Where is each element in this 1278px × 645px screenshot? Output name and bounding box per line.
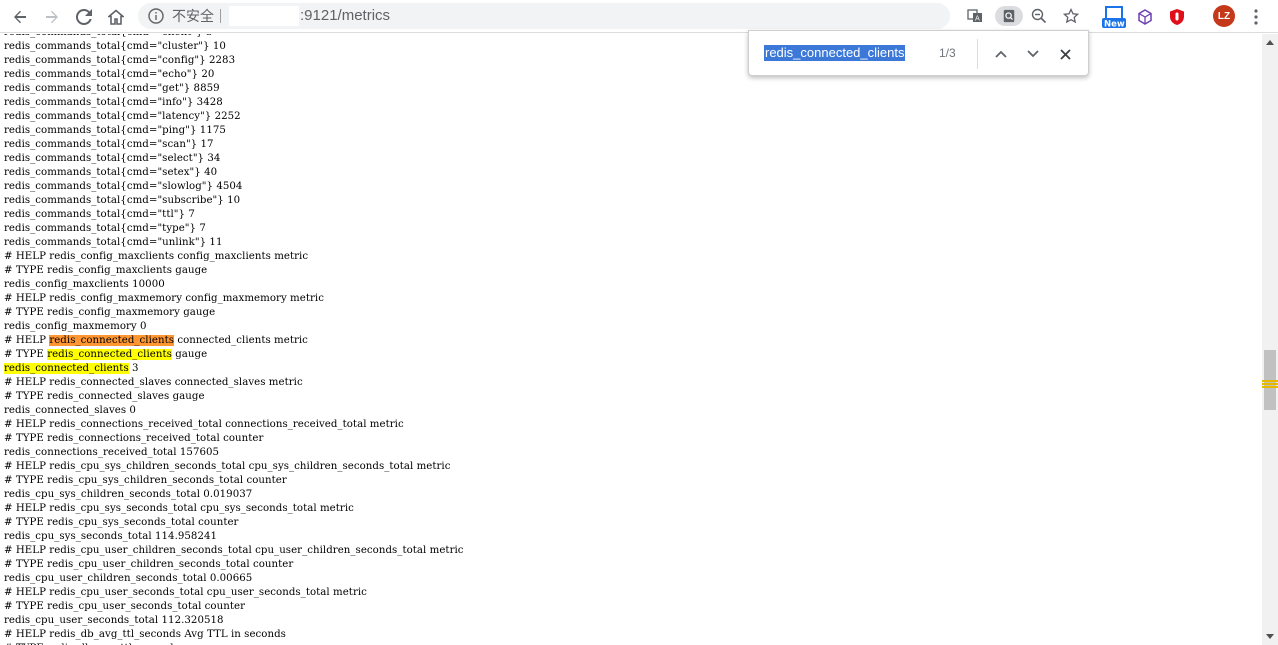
metric-line: # TYPE redis_cpu_sys_seconds_total count… [4, 517, 239, 528]
find-match-count: 1/3 [939, 46, 956, 60]
match-marker [1262, 380, 1278, 382]
close-icon [1059, 48, 1071, 60]
metric-line: redis_cpu_user_children_seconds_total 0.… [4, 573, 253, 584]
reload-icon [76, 9, 92, 25]
zoom-button[interactable] [1029, 6, 1049, 26]
metric-line: redis_config_maxclients 10000 [4, 279, 165, 290]
metric-line: # TYPE redis_connected_slaves gauge [4, 391, 205, 402]
search-match: redis_connected_clients [47, 349, 172, 360]
metric-line: redis_commands_total{cmd="ttl"} 7 [4, 209, 195, 220]
extension-adblock[interactable] [1165, 5, 1189, 29]
metric-line: # HELP redis_cpu_sys_children_seconds_to… [4, 461, 451, 472]
chevron-down-icon [1027, 50, 1039, 58]
metric-line: redis_commands_total{cmd="config"} 2283 [4, 55, 236, 66]
metric-line: # HELP redis_db_avg_ttl_seconds Avg TTL … [4, 629, 286, 640]
chevron-up-icon [995, 50, 1007, 58]
metric-line: # HELP redis_cpu_user_seconds_total cpu_… [4, 587, 367, 598]
metric-line: redis_commands_total{cmd="ping"} 1175 [4, 125, 226, 136]
svg-text:A: A [975, 15, 980, 23]
search-match: redis_connected_clients [4, 363, 129, 374]
find-next-button[interactable] [1022, 43, 1044, 65]
separator [220, 9, 221, 23]
metric-line: # TYPE redis_cpu_sys_children_seconds_to… [4, 475, 287, 486]
menu-button[interactable] [1244, 5, 1268, 29]
find-close-button[interactable] [1054, 43, 1076, 65]
metric-line: redis_connections_received_total 157605 [4, 447, 220, 458]
cube-icon [1138, 9, 1152, 25]
metric-line: # HELP redis_config_maxclients config_ma… [4, 251, 309, 262]
metric-line: redis_commands_total{cmd="slowlog"} 4504 [4, 181, 243, 192]
extension-icon: New [1102, 6, 1126, 30]
new-badge: New [1104, 20, 1125, 30]
extension-new[interactable]: New [1101, 5, 1127, 29]
scroll-down-arrow-icon[interactable] [1266, 634, 1274, 639]
find-page-icon [1003, 9, 1015, 23]
metric-line: # TYPE redis_connected_clients gauge [4, 349, 208, 360]
scroll-up-arrow-icon[interactable] [1266, 40, 1274, 45]
star-icon [1063, 8, 1079, 24]
metric-line: redis_cpu_sys_seconds_total 114.958241 [4, 531, 218, 542]
translate-icon: A [967, 9, 982, 23]
metric-line: redis_commands_total{cmd="unlink"} 11 [4, 237, 223, 248]
metric-line: # TYPE redis_cpu_user_children_seconds_t… [4, 559, 294, 570]
metric-line: redis_commands_total{cmd="get"} 8859 [4, 83, 220, 94]
extension-cube[interactable] [1133, 5, 1157, 29]
metric-line: # TYPE redis_cpu_user_seconds_total coun… [4, 601, 245, 612]
metric-line: # HELP redis_cpu_sys_seconds_total cpu_s… [4, 503, 354, 514]
metric-line: redis_connected_slaves 0 [4, 405, 136, 416]
match-marker [1262, 383, 1278, 385]
find-in-page-button[interactable] [995, 6, 1023, 26]
metric-line: # TYPE redis_config_maxclients gauge [4, 265, 208, 276]
metric-line: redis_commands_total{cmd="select"} 34 [4, 153, 221, 164]
browser-toolbar: 不安全 :9121/metrics A New LZ [0, 0, 1278, 33]
find-divider [977, 39, 978, 69]
metric-line: redis_commands_total{cmd="scan"} 17 [4, 139, 214, 150]
metric-line: # TYPE redis_config_maxmemory gauge [4, 307, 216, 318]
home-button[interactable] [104, 5, 128, 29]
redacted-host [229, 6, 299, 26]
scrollbar[interactable] [1262, 34, 1278, 645]
address-bar[interactable]: 不安全 :9121/metrics A [138, 3, 1079, 29]
find-input[interactable]: redis_connected_clients [764, 45, 906, 61]
metric-line: # HELP redis_connected_clients connected… [4, 335, 308, 346]
metric-line: redis_commands_total{cmd="type"} 7 [4, 223, 206, 234]
metric-line: redis_commands_total{cmd="info"} 3428 [4, 97, 223, 108]
metric-line: redis_commands_total{cmd="latency"} 2252 [4, 111, 241, 122]
metrics-text: redis_commands_total{cmd="client"} 3redi… [4, 34, 464, 645]
metric-line: redis_config_maxmemory 0 [4, 321, 147, 332]
metric-line: redis_commands_total{cmd="subscribe"} 10 [4, 195, 241, 206]
shield-icon [1170, 9, 1184, 25]
info-icon [148, 8, 164, 24]
metric-line: redis_cpu_sys_children_seconds_total 0.0… [4, 489, 253, 500]
bookmark-button[interactable] [1061, 6, 1081, 26]
current-search-match: redis_connected_clients [49, 335, 175, 346]
home-icon [108, 9, 124, 25]
metric-line: # HELP redis_cpu_user_children_seconds_t… [4, 545, 464, 556]
metric-line: redis_commands_total{cmd="setex"} 40 [4, 167, 218, 178]
security-label[interactable]: 不安全 [172, 7, 214, 25]
forward-button[interactable] [40, 5, 64, 29]
url-text[interactable]: :9121/metrics [300, 6, 390, 26]
arrow-left-icon [14, 10, 26, 24]
metric-line: # HELP redis_config_maxmemory config_max… [4, 293, 324, 304]
profile-avatar[interactable]: LZ [1213, 5, 1235, 27]
match-marker [1262, 386, 1278, 388]
find-previous-button[interactable] [990, 43, 1012, 65]
metric-line: redis_cpu_user_seconds_total 112.320518 [4, 615, 224, 626]
metric-line: # HELP redis_connected_slaves connected_… [4, 377, 303, 388]
more-vert-icon [1254, 9, 1258, 25]
reload-button[interactable] [72, 5, 96, 29]
translate-button[interactable]: A [965, 6, 985, 26]
zoom-out-icon [1031, 8, 1047, 24]
back-button[interactable] [8, 5, 32, 29]
metric-line: redis_commands_total{cmd="echo"} 20 [4, 69, 215, 80]
arrow-right-icon [46, 10, 58, 24]
metric-line: # TYPE redis_connections_received_total … [4, 433, 264, 444]
metrics-content: redis_commands_total{cmd="client"} 3redi… [0, 34, 1262, 645]
find-bar: redis_connected_clients 1/3 [748, 30, 1089, 76]
metric-line: redis_connected_clients 3 [4, 363, 139, 374]
metric-line: # HELP redis_connections_received_total … [4, 419, 404, 430]
metric-line: redis_commands_total{cmd="cluster"} 10 [4, 41, 226, 52]
